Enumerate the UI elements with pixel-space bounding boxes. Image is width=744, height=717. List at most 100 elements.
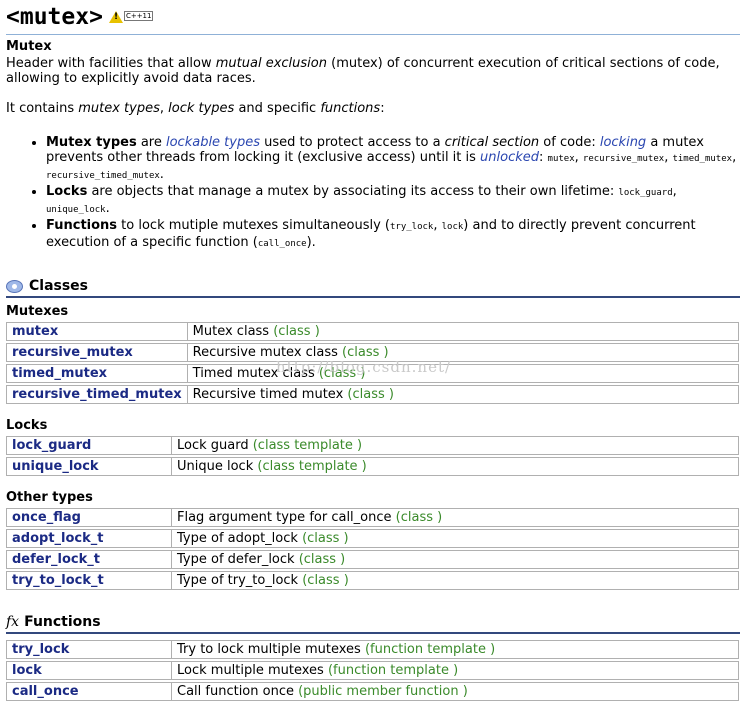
list-item-mutex-types: Mutex types are lockable types used to p… bbox=[46, 135, 740, 184]
table-row: call_once Call function once (public memb… bbox=[6, 682, 739, 701]
table-row: lock_guard Lock guard (class template ) bbox=[6, 436, 739, 455]
cpp11-label: C++11 bbox=[123, 11, 154, 21]
kind-text: (class ) bbox=[302, 531, 349, 546]
functions-divider bbox=[6, 632, 740, 634]
class-description: Type of try_to_lock (class ) bbox=[171, 571, 739, 590]
list-item-locks: Locks are objects that manage a mutex by… bbox=[46, 184, 740, 218]
page-title: <mutex> bbox=[6, 4, 103, 30]
class-link-mutex[interactable]: mutex bbox=[6, 322, 187, 341]
functions-section-header: fx Functions bbox=[6, 613, 740, 631]
table-row: try_lock Try to lock multiple mutexes (fu… bbox=[6, 640, 739, 659]
link-unlocked[interactable]: unlocked bbox=[480, 150, 539, 165]
feature-list: Mutex types are lockable types used to p… bbox=[6, 135, 740, 252]
desc-text: Type of adopt_lock bbox=[177, 531, 303, 546]
link-lockable-types[interactable]: lockable types bbox=[166, 135, 260, 150]
table-row: lock Lock multiple mutexes (function temp… bbox=[6, 661, 739, 680]
group-title-other-types: Other types bbox=[6, 490, 93, 505]
desc-text: Unique lock bbox=[177, 459, 258, 474]
contains-end: : bbox=[380, 101, 385, 116]
code-lock: lock bbox=[441, 222, 464, 232]
cpp11-warning-badge: C++11 bbox=[108, 11, 154, 23]
class-link-defer-lock-t[interactable]: defer_lock_t bbox=[6, 550, 171, 569]
link-locking[interactable]: locking bbox=[600, 135, 646, 150]
contains-mutex-types: mutex types bbox=[78, 101, 160, 116]
bullet-sep: , bbox=[433, 218, 442, 233]
bullet-text: are objects that manage a mutex by assoc… bbox=[87, 184, 619, 199]
page-header: <mutex> C++11 bbox=[6, 0, 740, 34]
class-description: Lock guard (class template ) bbox=[171, 436, 739, 455]
class-link-timed-mutex[interactable]: timed_mutex bbox=[6, 364, 187, 383]
code-mutex: mutex bbox=[547, 154, 575, 164]
function-description: Lock multiple mutexes (function template… bbox=[171, 661, 739, 680]
desc-text: Flag argument type for call_once bbox=[177, 510, 396, 525]
kind-text: (class ) bbox=[298, 552, 346, 567]
code-timed-mutex: timed_mutex bbox=[672, 154, 733, 164]
kind-text: (class ) bbox=[273, 324, 320, 339]
desc-text: Type of defer_lock bbox=[177, 552, 299, 567]
bullet-end: ). bbox=[306, 235, 316, 250]
function-description: Try to lock multiple mutexes (function t… bbox=[171, 640, 739, 659]
class-link-recursive-timed-mutex[interactable]: recursive_timed_mutex bbox=[6, 385, 187, 404]
classes-section-header: Classes bbox=[6, 277, 740, 295]
class-link-try-to-lock-t[interactable]: try_to_lock_t bbox=[6, 571, 171, 590]
class-link-adopt-lock-t[interactable]: adopt_lock_t bbox=[6, 529, 171, 548]
desc-text: Lock guard bbox=[177, 438, 253, 453]
function-link-call-once[interactable]: call_once bbox=[6, 682, 171, 701]
header-divider bbox=[6, 34, 740, 35]
kind-text: (class ) bbox=[302, 573, 349, 588]
bullet-label: Functions bbox=[46, 218, 118, 233]
locks-table: lock_guard Lock guard (class template ) u… bbox=[6, 434, 739, 478]
kind-text: (public member function ) bbox=[298, 684, 468, 699]
table-row: adopt_lock_t Type of adopt_lock (class ) bbox=[6, 529, 739, 548]
code-call-once: call_once bbox=[257, 239, 307, 249]
desc-text: Recursive timed mutex bbox=[192, 387, 348, 402]
class-description: Type of defer_lock (class ) bbox=[171, 550, 739, 569]
kind-text: (class template ) bbox=[252, 438, 363, 453]
class-description: Recursive timed mutex (class ) bbox=[186, 385, 739, 404]
intro-text: Header with facilities that allow bbox=[6, 56, 216, 71]
functions-table: try_lock Try to lock multiple mutexes (fu… bbox=[6, 638, 739, 703]
kind-text: (function template ) bbox=[327, 663, 459, 678]
bullet-end: . bbox=[159, 167, 164, 182]
desc-text: Lock multiple mutexes bbox=[177, 663, 328, 678]
other-types-table: once_flag Flag argument type for call_onc… bbox=[6, 506, 739, 592]
bullet-text: : bbox=[539, 150, 548, 165]
contains-functions: functions bbox=[320, 101, 381, 116]
desc-text: Try to lock multiple mutexes bbox=[177, 642, 365, 657]
contains-text2: and specific bbox=[234, 101, 321, 116]
bullet-sep: , bbox=[574, 150, 583, 165]
function-link-try-lock[interactable]: try_lock bbox=[6, 640, 171, 659]
desc-text: Type of try_to_lock bbox=[177, 573, 303, 588]
contains-lock-types: lock types bbox=[168, 101, 235, 116]
contains-paragraph: It contains mutex types, lock types and … bbox=[6, 101, 740, 116]
class-link-once-flag[interactable]: once_flag bbox=[6, 508, 171, 527]
table-row: recursive_timed_mutex Recursive timed mut… bbox=[6, 385, 739, 404]
term-critical-section: critical section bbox=[444, 135, 540, 150]
function-icon: fx bbox=[6, 614, 20, 630]
bullet-sep: , bbox=[672, 184, 677, 199]
functions-title: Functions bbox=[24, 614, 101, 630]
classes-icon bbox=[6, 279, 23, 293]
class-description: Mutex class (class ) bbox=[186, 322, 739, 341]
bullet-end: . bbox=[105, 201, 110, 216]
class-link-recursive-mutex[interactable]: recursive_mutex bbox=[6, 343, 187, 362]
desc-text: Call function once bbox=[177, 684, 299, 699]
kind-text: (class ) bbox=[347, 387, 394, 402]
function-link-lock[interactable]: lock bbox=[6, 661, 171, 680]
contains-sep: , bbox=[159, 101, 169, 116]
table-row: try_to_lock_t Type of try_to_lock (class … bbox=[6, 571, 739, 590]
code-try-lock: try_lock bbox=[389, 222, 434, 232]
bullet-text: of code: bbox=[539, 135, 600, 150]
bullet-text: used to protect access to a bbox=[260, 135, 445, 150]
intro-paragraph: Header with facilities that allow mutual… bbox=[6, 56, 740, 86]
bullet-text: are bbox=[136, 135, 166, 150]
class-link-lock-guard[interactable]: lock_guard bbox=[6, 436, 171, 455]
bullet-sep: , bbox=[732, 150, 737, 165]
function-description: Call function once (public member functi… bbox=[171, 682, 739, 701]
table-row: once_flag Flag argument type for call_onc… bbox=[6, 508, 739, 527]
code-unique-lock: unique_lock bbox=[46, 205, 106, 215]
group-title-locks: Locks bbox=[6, 418, 48, 433]
class-link-unique-lock[interactable]: unique_lock bbox=[6, 457, 171, 476]
classes-divider bbox=[6, 296, 740, 298]
class-description: Recursive mutex class (class ) bbox=[186, 343, 739, 362]
